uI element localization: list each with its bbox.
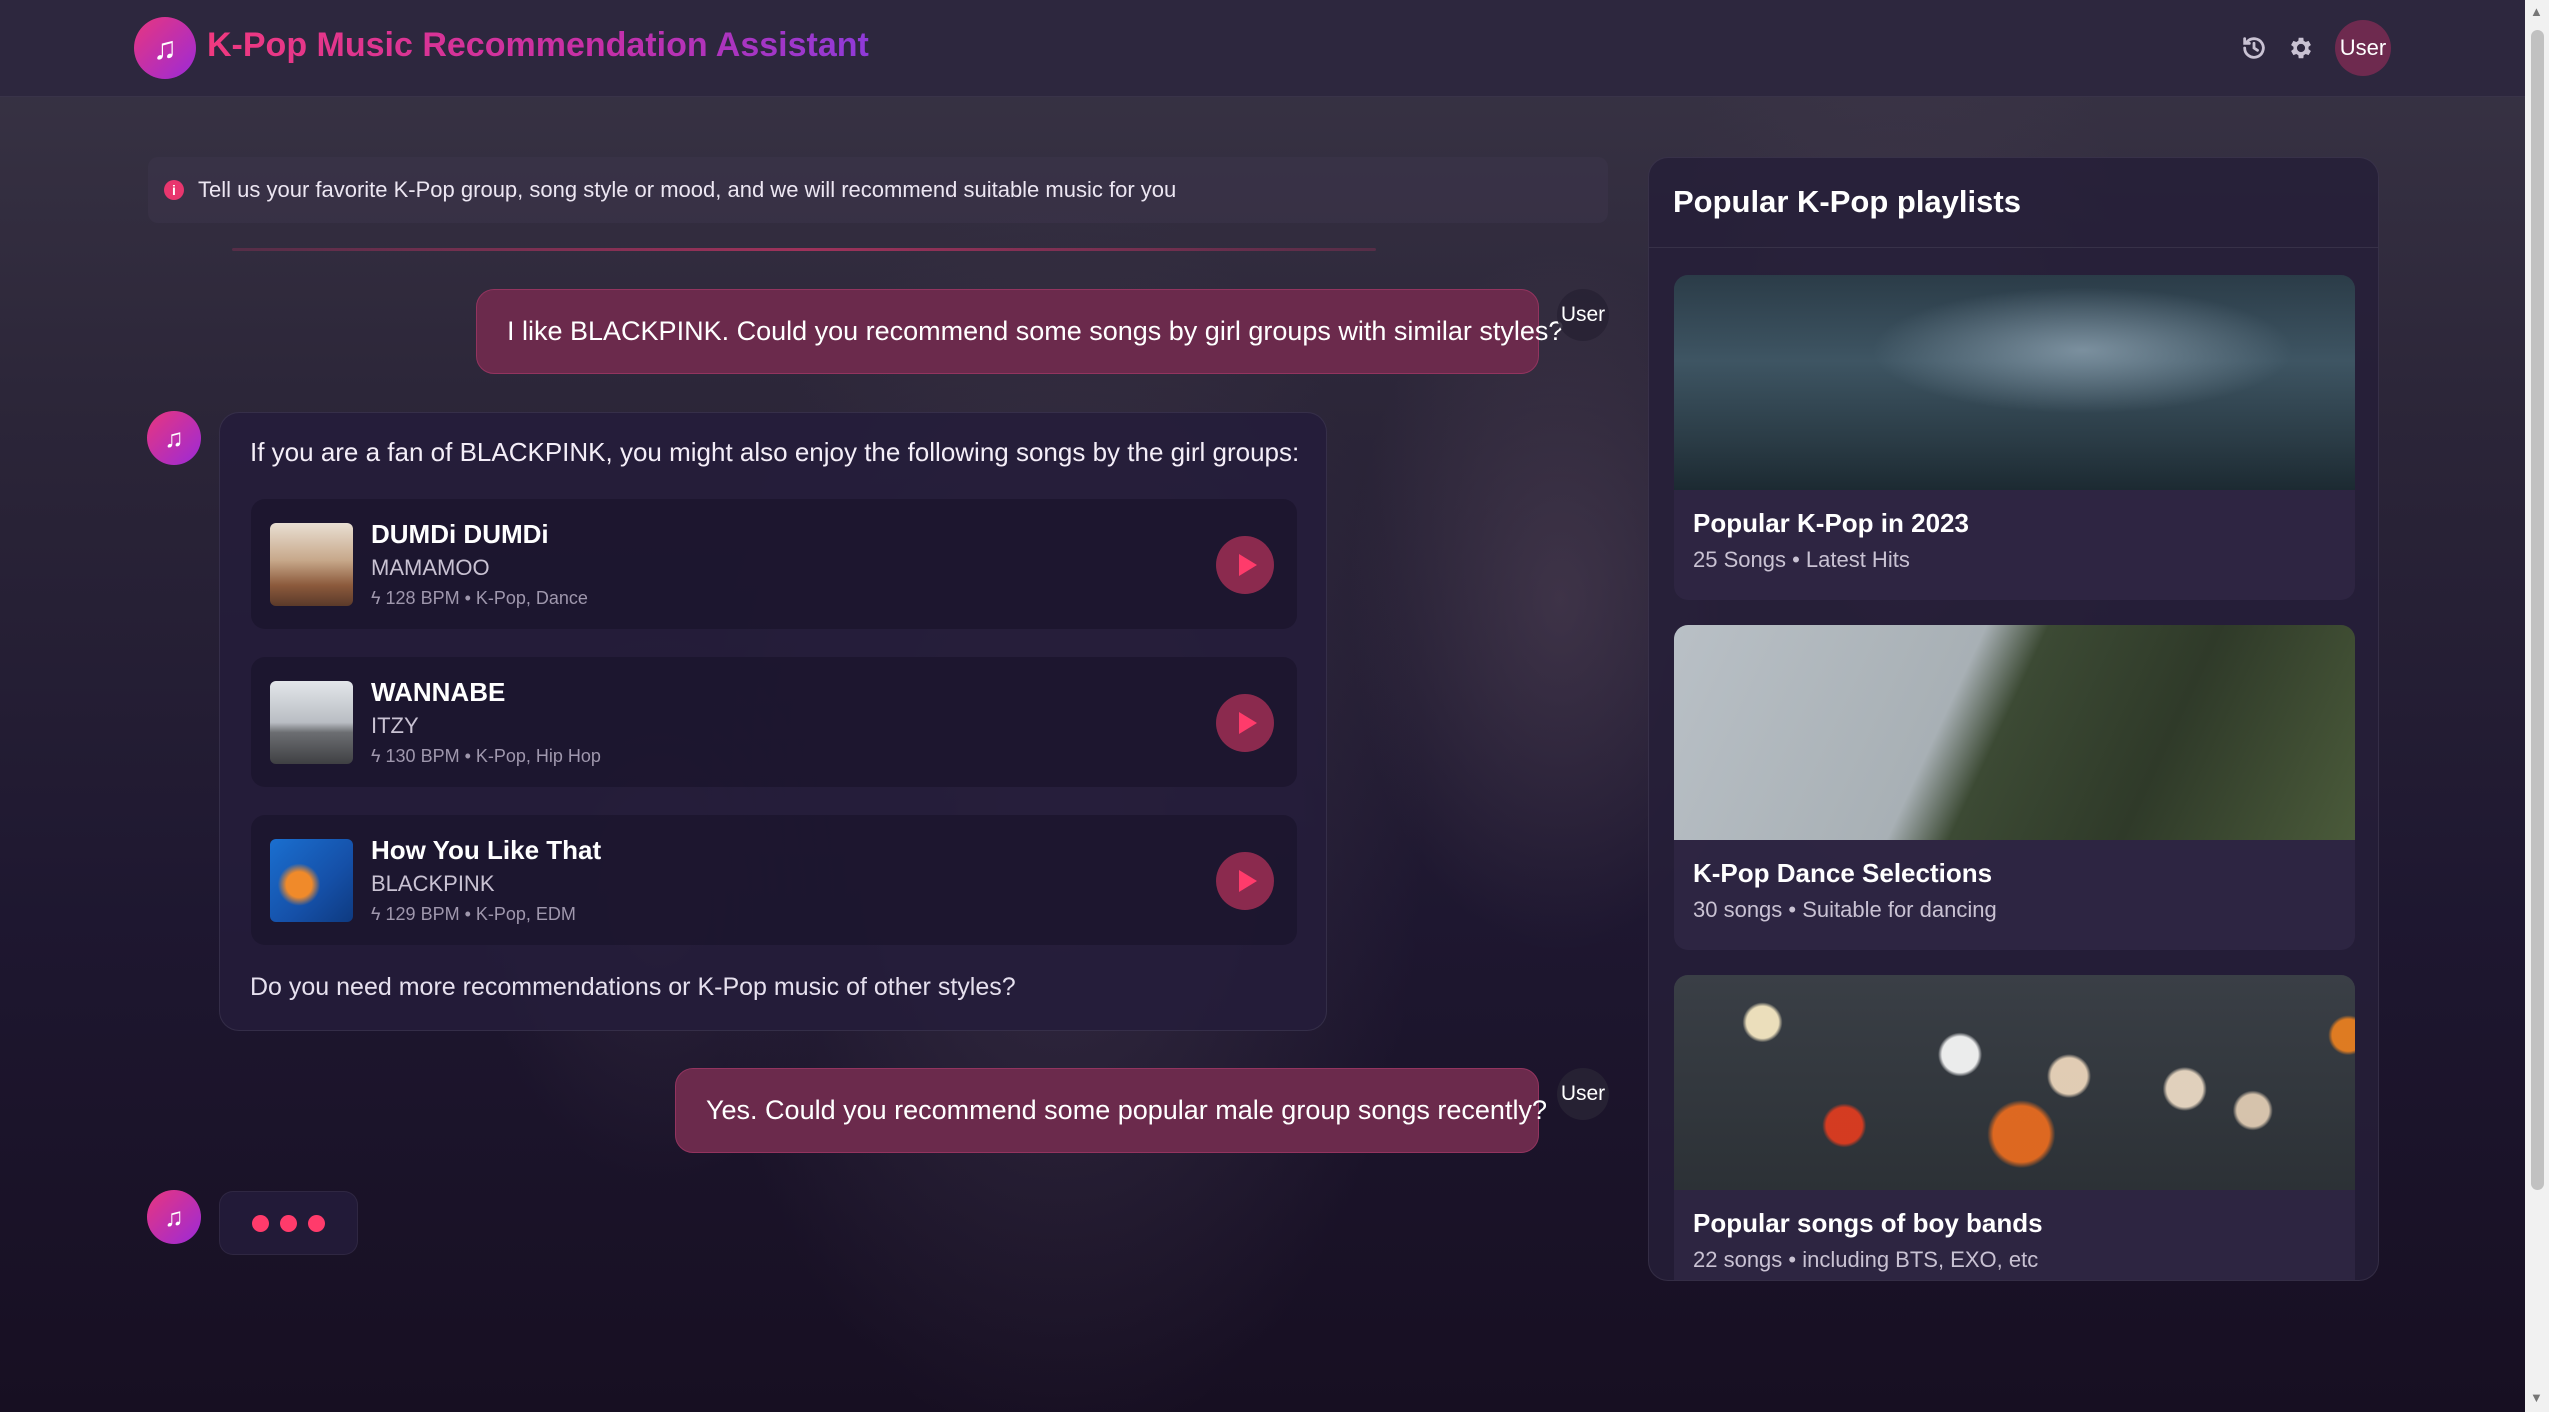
song-artist: ITZY [371, 713, 419, 738]
song-meta: ϟ 130 BPM • K-Pop, Hip Hop [371, 746, 601, 766]
typing-indicator [219, 1191, 358, 1255]
history-icon[interactable] [2234, 28, 2274, 68]
playlist-title: K-Pop Dance Selections [1693, 858, 1993, 888]
music-note-icon: ♫ [134, 17, 196, 79]
bot-message: If you are a fan of BLACKPINK, you might… [219, 412, 1327, 1031]
user-avatar: User [1557, 1068, 1609, 1120]
bolt-icon: ϟ [371, 904, 386, 924]
playlist-cover-image [1674, 275, 2355, 490]
scroll-thumb[interactable] [2531, 30, 2544, 1190]
play-icon [1238, 870, 1257, 892]
info-icon: i [164, 180, 184, 200]
user-avatar[interactable]: User [2335, 20, 2391, 76]
playlist-card[interactable]: Popular songs of boy bands 22 songs • in… [1674, 975, 2355, 1280]
playlist-cover-image [1674, 625, 2355, 840]
play-button[interactable] [1216, 536, 1274, 594]
typing-dot [280, 1214, 297, 1232]
page-scrollbar[interactable]: ▲ ▼ [2525, 0, 2549, 1412]
panel-title: Popular K-Pop playlists [1673, 184, 2021, 219]
info-banner-text: Tell us your favorite K-Pop group, song … [198, 177, 1177, 202]
song-artist: BLACKPINK [371, 871, 495, 896]
song-card[interactable]: DUMDi DUMDi MAMAMOO ϟ 128 BPM • K-Pop, D… [251, 499, 1297, 629]
song-title: How You Like That [371, 835, 602, 865]
play-button[interactable] [1216, 694, 1274, 752]
divider [232, 248, 1376, 251]
play-icon [1238, 554, 1257, 576]
music-note-icon: ♫ [147, 411, 201, 465]
playlist-subtitle: 25 Songs • Latest Hits [1693, 547, 1910, 572]
song-artist: MAMAMOO [371, 555, 490, 580]
playlist-title: Popular K-Pop in 2023 [1693, 508, 1969, 538]
divider [1649, 247, 2378, 248]
song-title: WANNABE [371, 677, 506, 707]
scroll-down-icon[interactable]: ▼ [2530, 1390, 2543, 1405]
scroll-up-icon[interactable]: ▲ [2530, 4, 2543, 19]
typing-dot [252, 1214, 269, 1232]
album-art-image [270, 523, 353, 606]
playlist-subtitle: 22 songs • including BTS, EXO, etc [1693, 1247, 2039, 1272]
playlist-cover-image [1674, 975, 2355, 1190]
playlist-card[interactable]: K-Pop Dance Selections 30 songs • Suitab… [1674, 625, 2355, 950]
bolt-icon: ϟ [371, 746, 386, 766]
song-meta: ϟ 129 BPM • K-Pop, EDM [371, 904, 576, 924]
bot-intro-text: If you are a fan of BLACKPINK, you might… [250, 437, 1300, 467]
album-art-image [270, 681, 353, 764]
user-avatar: User [1557, 289, 1609, 341]
song-card[interactable]: WANNABE ITZY ϟ 130 BPM • K-Pop, Hip Hop [251, 657, 1297, 787]
song-meta: ϟ 128 BPM • K-Pop, Dance [371, 588, 588, 608]
app-header: ♫ K-Pop Music Recommendation Assistant U… [0, 0, 2525, 97]
info-banner: i Tell us your favorite K-Pop group, son… [148, 157, 1608, 223]
user-message: Yes. Could you recommend some popular ma… [675, 1068, 1547, 1153]
playlist-title: Popular songs of boy bands [1693, 1208, 2043, 1238]
play-icon [1238, 712, 1257, 734]
app-title: K-Pop Music Recommendation Assistant [207, 26, 869, 64]
play-button[interactable] [1216, 852, 1274, 910]
music-note-icon: ♫ [147, 1190, 201, 1244]
album-art-image [270, 839, 353, 922]
bot-outro-text: Do you need more recommendations or K-Po… [250, 973, 1016, 1001]
playlists-panel: Popular K-Pop playlists Popular K-Pop in… [1648, 157, 2379, 1281]
playlist-subtitle: 30 songs • Suitable for dancing [1693, 897, 1997, 922]
typing-dot [308, 1214, 325, 1232]
user-message: I like BLACKPINK. Could you recommend so… [476, 289, 1563, 374]
playlist-card[interactable]: Popular K-Pop in 2023 25 Songs • Latest … [1674, 275, 2355, 600]
song-title: DUMDi DUMDi [371, 519, 549, 549]
bolt-icon: ϟ [371, 588, 386, 608]
song-card[interactable]: How You Like That BLACKPINK ϟ 129 BPM • … [251, 815, 1297, 945]
gear-icon[interactable] [2281, 28, 2321, 68]
